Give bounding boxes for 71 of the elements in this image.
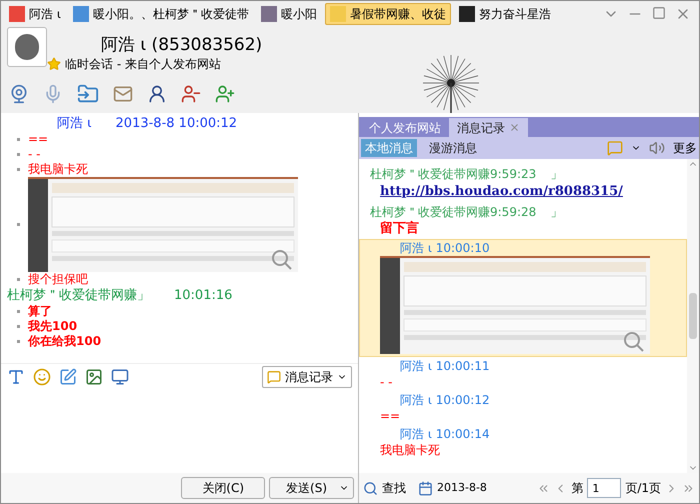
message-text: 我电脑卡死 xyxy=(379,442,441,458)
message-text: 你在给我100 xyxy=(28,334,102,349)
message-text: 算了 xyxy=(28,304,52,319)
date-label[interactable]: 2013-8-8 xyxy=(437,480,487,496)
message-text: 留下言 xyxy=(379,220,420,238)
calendar-icon[interactable] xyxy=(418,480,433,496)
bullet-icon xyxy=(17,340,20,343)
screen-icon[interactable] xyxy=(111,368,129,386)
subtab[interactable]: 漫游消息 xyxy=(425,139,481,157)
page-suffix: 页/1页 xyxy=(625,480,661,497)
message-text: - - xyxy=(379,374,394,390)
sender-name: 阿浩 ι xyxy=(57,115,92,132)
bullet-icon xyxy=(17,223,20,226)
scrollbar-thumb[interactable] xyxy=(689,293,697,339)
conversation-tab[interactable]: 暖小阳。、杜柯梦＂收爱徒带 xyxy=(68,3,253,25)
entry-header: 阿浩 ι 10:00:12 xyxy=(400,392,490,408)
conversation-tab[interactable]: 暖小阳 xyxy=(256,3,321,25)
message-text: 我电脑卡死 xyxy=(28,162,88,177)
bullet-icon xyxy=(17,138,20,141)
message-text: 我先100 xyxy=(28,319,78,334)
more-link[interactable]: 更多 xyxy=(673,139,697,157)
page-prefix: 第 xyxy=(571,480,584,497)
close-button[interactable]: 关闭(C) xyxy=(181,477,266,499)
bullet-icon xyxy=(17,168,20,171)
remove-user-icon[interactable] xyxy=(181,84,201,104)
sender-name: 杜柯梦＂收爱徒带网赚」 xyxy=(7,287,150,304)
bullet-icon xyxy=(17,325,20,328)
search-icon[interactable] xyxy=(363,480,378,496)
entry-suffix: 」 xyxy=(549,204,562,220)
panel-tab[interactable]: 消息记录 xyxy=(449,118,528,137)
image-icon[interactable] xyxy=(85,368,103,386)
conversation-tab[interactable]: 努力奋斗星浩 xyxy=(454,3,555,25)
screenshot-drawing[interactable] xyxy=(380,256,650,354)
avatar[interactable] xyxy=(7,27,47,67)
close-icon[interactable] xyxy=(509,122,520,133)
message-text: 搜个担保吧 xyxy=(28,272,88,287)
font-icon[interactable] xyxy=(7,368,25,386)
contact-name: 阿浩 ι (853083562) xyxy=(100,35,262,55)
entry-header: 阿浩 ι 10:00:14 xyxy=(400,426,490,442)
entry-suffix: 」 xyxy=(549,166,562,182)
bullet-icon xyxy=(17,278,20,281)
link[interactable]: http://bbs.houdao.com/r8088315/ xyxy=(360,182,686,202)
star-icon xyxy=(47,57,61,71)
conversation-tab[interactable]: 暑假带网赚、收徒 xyxy=(324,3,451,25)
session-subtitle: 临时会话 - 来自个人发布网站 xyxy=(65,56,221,73)
bullet-icon xyxy=(17,310,20,313)
person-icon[interactable] xyxy=(147,84,167,104)
emoji-icon[interactable] xyxy=(33,368,51,386)
entry-header: 阿浩 ι 10:00:10 xyxy=(400,240,490,256)
search-link[interactable]: 查找 xyxy=(382,479,406,497)
message-time: 2013-8-8 10:00:12 xyxy=(116,115,238,132)
entry-header: 杜柯梦＂收爱徒带网赚9:59:23 xyxy=(370,166,536,182)
screenshot-drawing[interactable] xyxy=(28,177,298,272)
history-button[interactable]: 消息记录 xyxy=(262,366,352,388)
message-text: == xyxy=(379,408,402,424)
entry-header: 阿浩 ι 10:00:11 xyxy=(400,358,490,374)
mail-icon[interactable] xyxy=(113,84,133,104)
add-user-icon[interactable] xyxy=(215,84,235,104)
message-time: 10:01:16 xyxy=(174,287,232,304)
entry-header: 杜柯梦＂收爱徒带网赚9:59:28 xyxy=(370,204,536,220)
scrollbar[interactable] xyxy=(687,159,699,473)
message-text: == xyxy=(28,132,48,147)
message-text: - - xyxy=(28,147,40,162)
bullet-icon xyxy=(17,153,20,156)
webcam-icon[interactable] xyxy=(9,84,29,104)
speaker-icon[interactable] xyxy=(649,140,665,156)
edit-icon[interactable] xyxy=(59,368,77,386)
page-field[interactable]: 1 xyxy=(587,478,622,498)
conversation-tab[interactable]: 阿浩 ι xyxy=(5,3,65,25)
folder-icon[interactable] xyxy=(77,83,99,105)
send-button[interactable]: 发送(S) xyxy=(269,477,354,499)
